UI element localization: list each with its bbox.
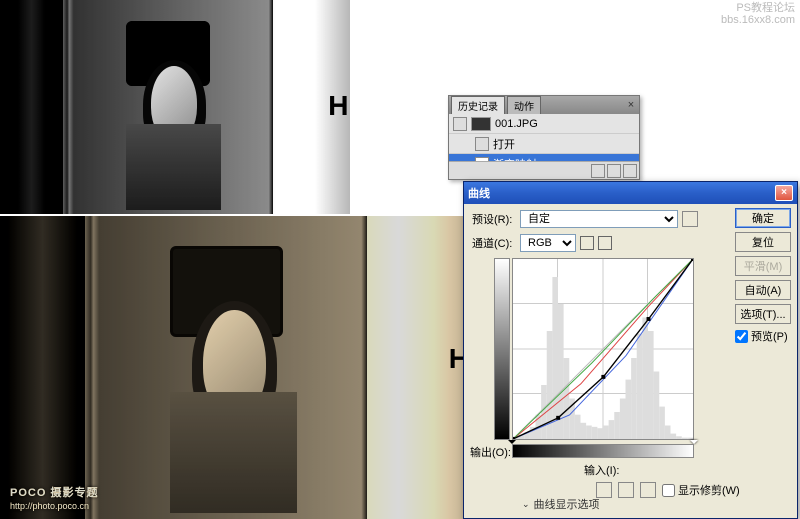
output-label: 输出(O): xyxy=(470,444,511,460)
brush-icon xyxy=(453,117,467,131)
new-snapshot-icon[interactable] xyxy=(591,164,605,178)
output-gradient xyxy=(494,258,510,440)
chevron-down-icon: ⌄ xyxy=(522,499,530,510)
channel-select[interactable]: RGB xyxy=(520,234,576,252)
auto-button[interactable]: 自动(A) xyxy=(735,280,791,300)
ok-button[interactable]: 确定 xyxy=(735,208,791,228)
eyedropper-group xyxy=(596,482,656,498)
history-palette[interactable]: 历史记录 动作 × 001.JPG 打开 渐变映射 xyxy=(448,95,640,180)
input-gradient xyxy=(512,444,694,458)
document-icon xyxy=(475,137,489,151)
pencil-tool-icon[interactable] xyxy=(598,236,612,250)
watermark-top-right: PS教程论坛 bbs.16xx8.com xyxy=(721,2,795,26)
preview-checkbox[interactable]: 预览(P) xyxy=(735,328,791,344)
truck-logo-letter: H xyxy=(328,90,348,122)
tab-actions[interactable]: 动作 xyxy=(507,96,541,114)
close-icon[interactable]: × xyxy=(775,185,793,201)
dialog-title: 曲线 xyxy=(468,185,490,201)
curves-dialog: 曲线 × 预设(R): 自定 通道(C): RGB 输出(O): xyxy=(463,181,798,519)
smooth-button: 平滑(M) xyxy=(735,256,791,276)
watermark-bottom-left: POCO 摄影专题 http://photo.poco.cn xyxy=(10,480,98,511)
preset-menu-icon[interactable] xyxy=(682,211,698,227)
preset-label: 预设(R): xyxy=(472,211,516,227)
history-item-label: 打开 xyxy=(493,136,515,152)
photo-processed: H POCO 摄影专题 http://photo.poco.cn xyxy=(0,216,471,519)
reset-button[interactable]: 复位 xyxy=(735,232,791,252)
input-label: 输入(I): xyxy=(584,462,619,478)
palette-footer xyxy=(449,161,639,179)
snapshot-thumb xyxy=(471,117,491,131)
gray-eyedropper-icon[interactable] xyxy=(618,482,634,498)
trash-icon[interactable] xyxy=(623,164,637,178)
white-eyedropper-icon[interactable] xyxy=(640,482,656,498)
new-doc-icon[interactable] xyxy=(607,164,621,178)
history-item-open[interactable]: 打开 xyxy=(449,134,639,154)
dialog-titlebar[interactable]: 曲线 × xyxy=(464,182,797,204)
palette-close-icon[interactable]: × xyxy=(625,99,637,111)
curve-tool-icon[interactable] xyxy=(580,236,594,250)
preset-select[interactable]: 自定 xyxy=(520,210,678,228)
display-options-toggle[interactable]: ⌄ 曲线显示选项 xyxy=(522,496,600,512)
tab-history[interactable]: 历史记录 xyxy=(451,96,505,114)
curves-svg[interactable] xyxy=(513,259,693,439)
photo-original: H xyxy=(0,0,350,214)
show-clipping-checkbox[interactable]: 显示修剪(W) xyxy=(662,482,740,498)
history-snapshot[interactable]: 001.JPG xyxy=(449,114,639,134)
curve-grid[interactable] xyxy=(512,258,694,440)
options-button[interactable]: 选项(T)... xyxy=(735,304,791,324)
channel-label: 通道(C): xyxy=(472,235,516,251)
snapshot-label: 001.JPG xyxy=(495,118,538,130)
